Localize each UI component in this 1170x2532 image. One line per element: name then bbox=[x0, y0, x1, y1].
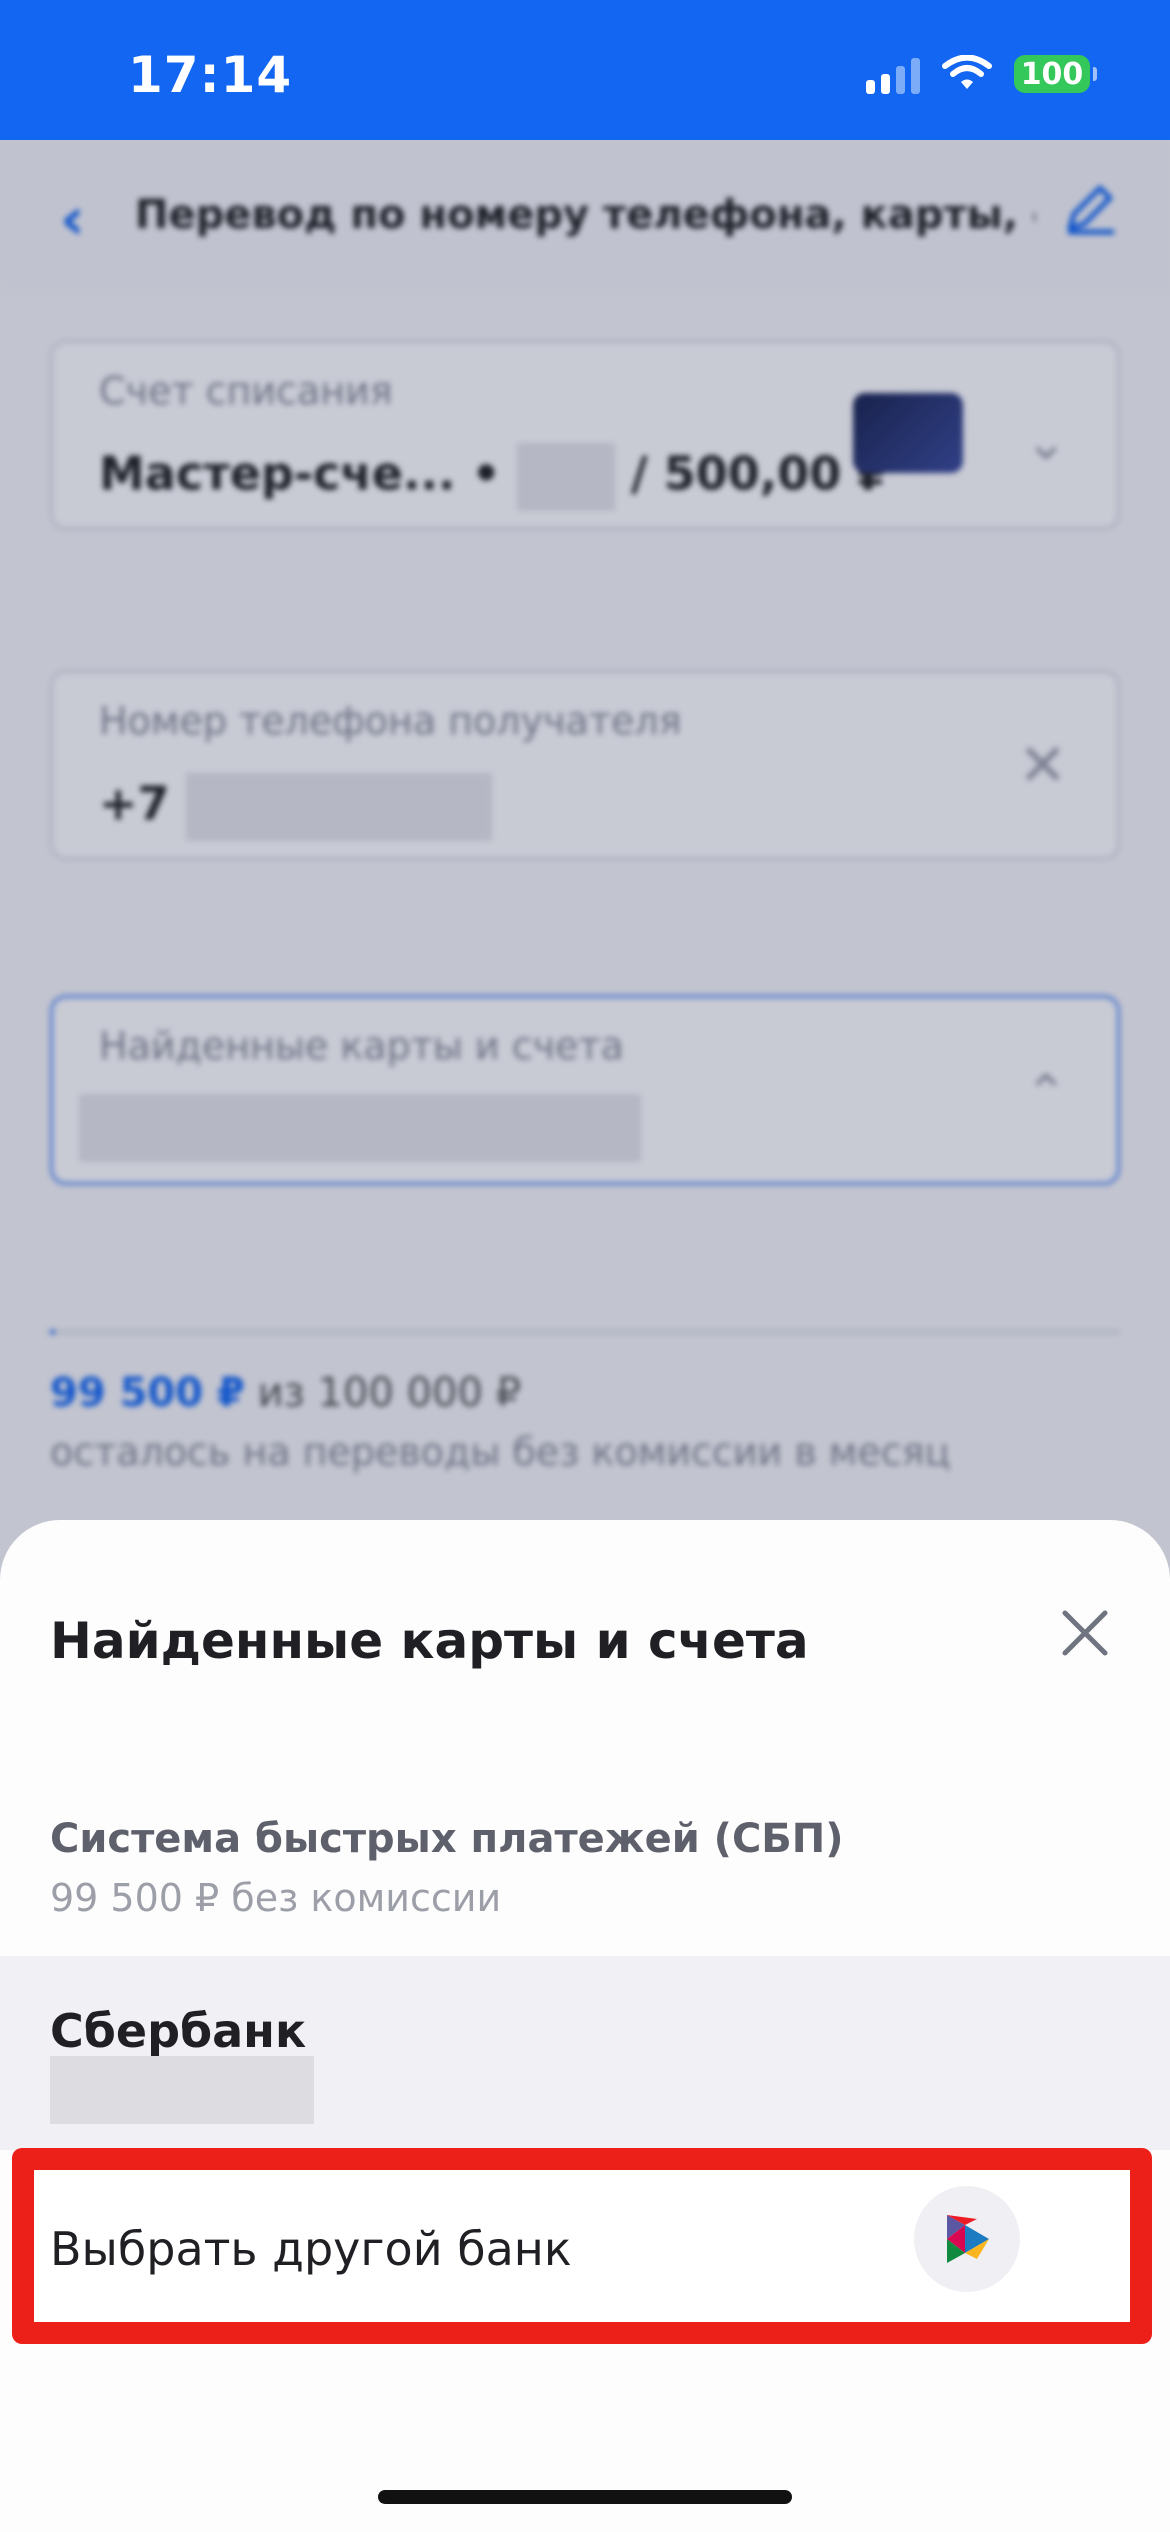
cellular-signal-icon bbox=[866, 54, 920, 94]
sbp-section-title: Система быстрых платежей (СБП) bbox=[50, 1816, 844, 1862]
bank-option-sberbank[interactable]: Сбербанк bbox=[0, 1956, 1170, 2150]
sbp-section-subtitle: 99 500 ₽ без комиссии bbox=[50, 1876, 502, 1920]
close-icon[interactable] bbox=[1050, 1598, 1120, 1668]
sheet-title: Найденные карты и счета bbox=[50, 1612, 809, 1670]
screen: 17:14 100 ‹ Перевод по номеру телефона, … bbox=[0, 0, 1170, 2532]
choose-other-bank-label: Выбрать другой банк bbox=[50, 2222, 572, 2276]
home-indicator[interactable] bbox=[378, 2490, 792, 2504]
sbp-logo-icon bbox=[914, 2186, 1020, 2292]
battery-icon: 100 bbox=[1014, 55, 1097, 93]
redacted-bank-account bbox=[50, 2056, 314, 2124]
wifi-icon bbox=[942, 55, 992, 89]
bank-name: Сбербанк bbox=[50, 2004, 307, 2058]
status-time: 17:14 bbox=[128, 46, 293, 104]
choose-other-bank-button[interactable]: Выбрать другой банк bbox=[12, 2148, 1152, 2344]
bottom-sheet: Найденные карты и счета Система быстрых … bbox=[0, 1520, 1170, 2532]
status-bar: 17:14 100 bbox=[0, 0, 1170, 140]
status-icons: 100 bbox=[866, 54, 1097, 94]
